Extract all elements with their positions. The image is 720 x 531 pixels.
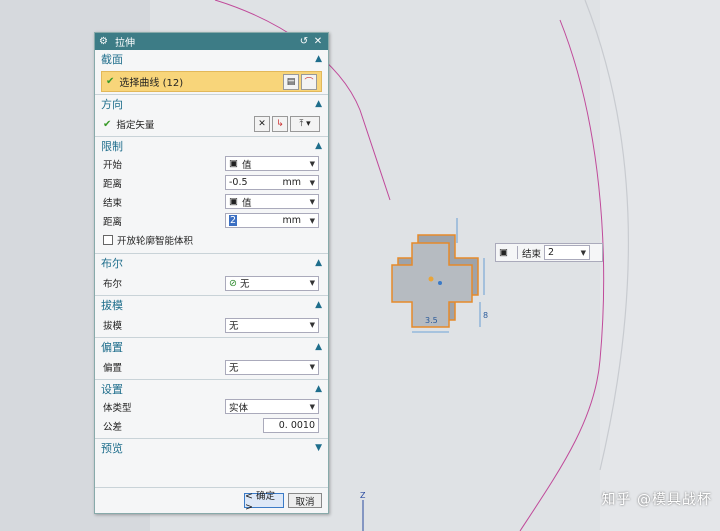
distance2-input[interactable]: 2 mm ▼ (225, 213, 319, 228)
tolerance-input[interactable]: 0. 0010 (263, 418, 319, 433)
section-header-preview[interactable]: 预览 ▼ (95, 438, 328, 456)
section-title: 偏置 (101, 340, 123, 354)
vector-dropdown-icon[interactable]: ⤒ ▾ (290, 116, 320, 132)
limit-start-row: 开始 ▣ 值 ▼ (95, 154, 328, 173)
dialog-footer: < 确定 > 取消 (95, 487, 328, 513)
section-title: 布尔 (101, 256, 123, 270)
body-type-row: 体类型 实体 ▼ (95, 397, 328, 416)
section-header-settings[interactable]: 设置 ▲ (95, 379, 328, 397)
select-curve-label: 选择曲线 (12) (119, 78, 184, 89)
chevron-up-icon: ▲ (315, 299, 322, 310)
offset-select[interactable]: 无 ▼ (225, 359, 319, 375)
dialog-title: 拉伸 (115, 38, 135, 49)
check-icon: ✔ (106, 76, 115, 87)
section-title: 截面 (101, 53, 123, 66)
limit-distance1-row: 距离 -0.5 mm ▼ (95, 173, 328, 192)
limit-end-row: 结束 ▣ 值 ▼ (95, 192, 328, 211)
tolerance-row: 公差 0. 0010 (95, 416, 328, 435)
watermark: 知乎 @模具战杯 (601, 492, 712, 508)
draft-select[interactable]: 无 ▼ (225, 317, 319, 333)
section-title: 设置 (101, 382, 123, 396)
chevron-up-icon: ▲ (315, 341, 322, 352)
distance-label: 距离 (103, 178, 123, 190)
body-type-select[interactable]: 实体 ▼ (225, 399, 319, 414)
floating-end-value[interactable]: 2 ▼ (544, 245, 590, 260)
chevron-up-icon: ▲ (315, 383, 322, 394)
reverse-direction-icon[interactable]: ✕ (254, 116, 270, 132)
vector-label: 指定矢量 (116, 120, 155, 131)
section-header-offset[interactable]: 偏置 ▲ (95, 337, 328, 355)
chevron-up-icon: ▲ (315, 140, 322, 151)
floating-end-input[interactable]: ▣ 结束 2 ▼ (495, 243, 603, 262)
body-type-label: 体类型 (103, 402, 132, 414)
end-select[interactable]: ▣ 值 ▼ (225, 194, 319, 209)
sketch-icon[interactable]: ▤ (283, 73, 299, 90)
chevron-up-icon: ▲ (315, 98, 322, 109)
reset-icon[interactable]: ↺ (298, 36, 310, 47)
section-header-section[interactable]: 截面 ▲ (95, 50, 328, 68)
distance-label: 距离 (103, 216, 123, 228)
chevron-up-icon: ▲ (315, 257, 322, 268)
section-header-draft[interactable]: 拔模 ▲ (95, 295, 328, 313)
dialog-titlebar: ⚙ 拉伸 ↺ ✕ (95, 33, 328, 50)
boolean-row: 布尔 ⊘ 无 ▼ (95, 271, 328, 295)
tolerance-label: 公差 (103, 421, 123, 433)
ok-button[interactable]: < 确定 > (244, 491, 284, 513)
section-header-boolean[interactable]: 布尔 ▲ (95, 253, 328, 271)
offset-label: 偏置 (103, 363, 123, 374)
dim-bottom-label: 3.5 (425, 316, 438, 325)
offset-row: 偏置 无 ▼ (95, 355, 328, 379)
limit-distance2-row: 距离 2 mm ▼ (95, 211, 328, 230)
distance1-input[interactable]: -0.5 mm ▼ (225, 175, 319, 190)
section-header-direction[interactable]: 方向 ▲ (95, 94, 328, 112)
select-curve-row[interactable]: ✔ 选择曲线 (12) ▤ ⌒ (101, 71, 322, 92)
section-title: 方向 (101, 97, 123, 111)
draft-row: 拔模 无 ▼ (95, 313, 328, 337)
gear-icon: ⚙ (99, 36, 108, 47)
end-label: 结束 (103, 197, 123, 209)
open-profile-checkbox[interactable] (103, 234, 113, 245)
cancel-button[interactable]: 取消 (288, 493, 322, 508)
check-icon: ✔ (103, 118, 112, 130)
section-title: 预览 (101, 441, 123, 455)
open-profile-row[interactable]: 开放轮廓智能体积 (95, 230, 328, 249)
section-title: 拔模 (101, 298, 123, 312)
z-axis-label: Z (360, 491, 366, 500)
open-profile-label: 开放轮廓智能体积 (117, 235, 194, 247)
vector-row[interactable]: ✔ 指定矢量 ✕ ↳ ⤒ ▾ (95, 112, 328, 136)
section-title: 限制 (101, 139, 123, 153)
cube-icon: ▣ (229, 158, 238, 169)
dim-side-label: 8 (483, 311, 488, 320)
curve-select-icon[interactable]: ⌒ (301, 73, 317, 90)
start-select[interactable]: ▣ 值 ▼ (225, 156, 319, 171)
extrude-dialog: ⚙ 拉伸 ↺ ✕ 截面 ▲ ✔ 选择曲线 (12) ▤ ⌒ 方向 ▲ ✔ 指定矢… (94, 32, 329, 514)
boolean-label: 布尔 (103, 279, 123, 290)
chevron-up-icon: ▲ (315, 54, 322, 64)
close-icon[interactable]: ✕ (312, 36, 324, 47)
draft-label: 拔模 (103, 321, 123, 332)
boolean-select[interactable]: ⊘ 无 ▼ (225, 275, 319, 291)
vector-axis-icon[interactable]: ↳ (272, 116, 288, 132)
cube-icon: ▣ (229, 196, 238, 207)
cube-icon: ▣ (499, 247, 508, 258)
section-header-limits[interactable]: 限制 ▲ (95, 136, 328, 154)
chevron-down-icon: ▼ (315, 442, 322, 453)
start-label: 开始 (103, 159, 123, 171)
boolean-none-icon: ⊘ (229, 277, 237, 289)
floating-end-label: 结束 (522, 248, 542, 260)
